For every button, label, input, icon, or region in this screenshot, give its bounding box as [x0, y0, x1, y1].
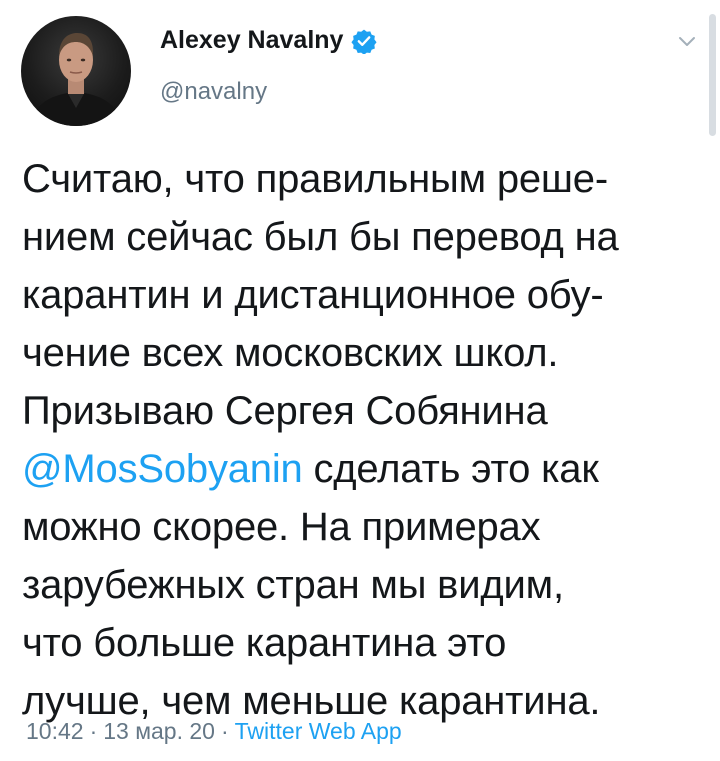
avatar-image — [29, 33, 123, 126]
verified-badge-icon — [351, 28, 378, 55]
meta-separator: · — [89, 718, 98, 744]
author-name-text[interactable]: Alexey Navalny — [160, 26, 343, 55]
tweet-line: нием сейчас был бы перевод на — [22, 215, 619, 259]
tweet-line: карантин и дистанционное обу- — [22, 273, 604, 317]
tweet-line-with-mention: @MosSobyanin сделать это как — [22, 440, 702, 498]
tweet-text: Считаю, что правильным реше- нием сейчас… — [22, 150, 702, 730]
scrollbar[interactable] — [709, 14, 716, 136]
chevron-down-icon[interactable] — [676, 30, 698, 52]
meta-separator: · — [220, 718, 229, 744]
tweet-line: можно скорее. На примерах — [22, 505, 541, 549]
avatar[interactable] — [21, 16, 131, 126]
tweet-line-text: сделать это как — [302, 447, 599, 491]
tweet-meta: 10:42 · 13 мар. 20 · Twitter Web App — [26, 718, 402, 745]
tweet-line: Считаю, что правильным реше- — [22, 157, 608, 201]
author-name[interactable]: Alexey Navalny — [160, 26, 378, 55]
tweet-date[interactable]: 13 мар. 20 — [103, 718, 215, 744]
tweet-time[interactable]: 10:42 — [26, 718, 84, 744]
tweet-line: чение всех московских школ. — [22, 331, 559, 375]
tweet-line: зарубежных стран мы видим, — [22, 563, 564, 607]
tweet-line: что больше карантина это — [22, 621, 507, 665]
author-handle[interactable]: @navalny — [160, 78, 267, 106]
tweet-source-link[interactable]: Twitter Web App — [235, 718, 402, 744]
tweet-line: Призываю Сергея Собянина — [22, 389, 548, 433]
mention-link[interactable]: @MosSobyanin — [22, 447, 303, 491]
